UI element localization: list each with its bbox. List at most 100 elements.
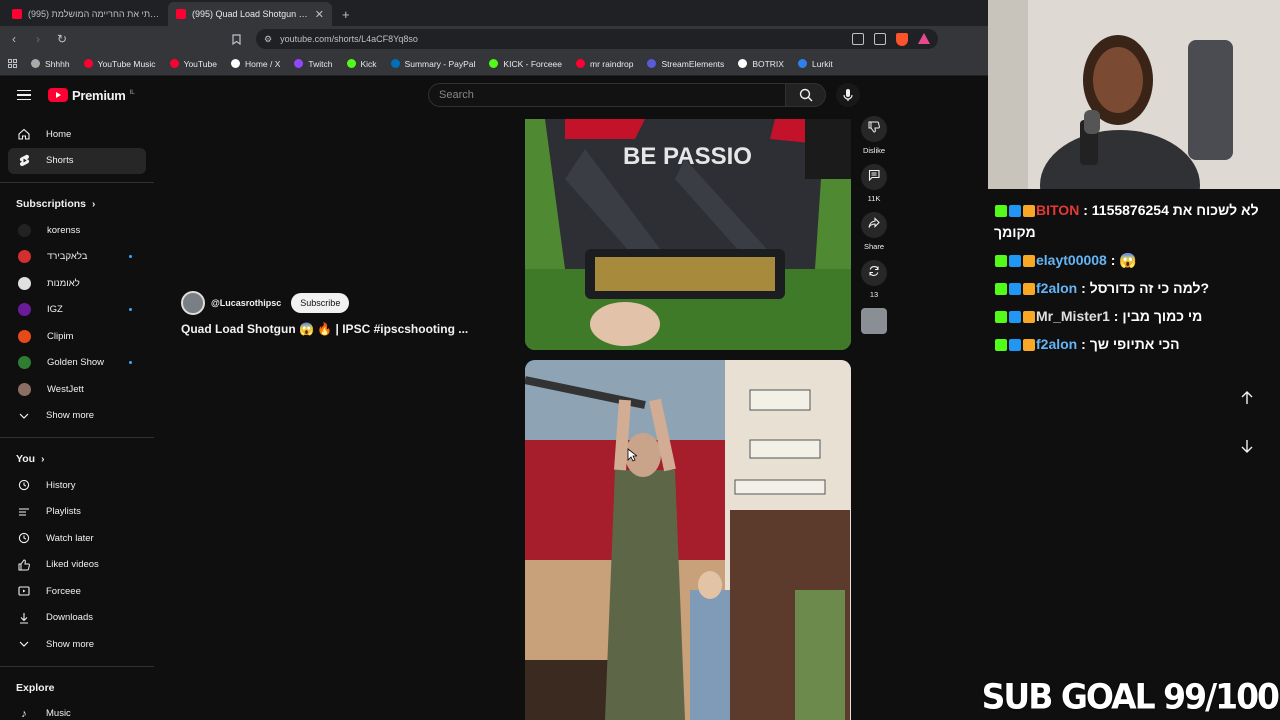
thumbs-down-button[interactable]	[861, 116, 887, 142]
channel-avatar	[18, 223, 31, 237]
audio-source-thumbnail[interactable]	[861, 308, 887, 334]
url-text: youtube.com/shorts/L4aCF8Yq8so	[280, 34, 418, 44]
bookmark-label: mr raindrop	[590, 58, 634, 69]
sidebar-item-subscription[interactable]: IGZ	[0, 297, 154, 324]
scroll-up-button[interactable]	[1232, 383, 1262, 413]
bookmark-icon[interactable]	[228, 31, 244, 47]
browser-tab[interactable]: (995) מצאתי את החריימה המושלמת..	[4, 2, 168, 26]
browser-tab-active[interactable]: (995) Quad Load Shotgun 😱 | ✕	[168, 2, 332, 26]
sidebar-item-subscription[interactable]: Golden Show	[0, 350, 154, 377]
action-label: Dislike	[862, 146, 886, 155]
subscriptions-header[interactable]: Subscriptions ›	[0, 191, 154, 217]
playlists-icon	[18, 506, 30, 518]
new-tab-button[interactable]: +	[332, 2, 360, 26]
chat-badges	[994, 202, 1036, 218]
brave-rewards-icon[interactable]	[918, 32, 930, 44]
sidebar-item-music[interactable]: ♪ Music	[0, 701, 154, 720]
sidebar-item-label: IGZ	[47, 304, 63, 316]
chat-badge-icon	[1023, 311, 1035, 324]
chat-badge-icon	[1023, 283, 1035, 296]
chat-message: Mr_Mister1 : מי כמוך מבין	[994, 305, 1274, 327]
search-button[interactable]	[786, 83, 826, 107]
close-tab-icon[interactable]: ✕	[315, 8, 324, 21]
sidebar-item-forceee[interactable]: Forceee	[0, 578, 154, 605]
sidebar-item-liked-videos[interactable]: Liked videos	[0, 552, 154, 579]
share-button[interactable]	[861, 212, 887, 238]
back-icon[interactable]: ‹	[6, 31, 22, 47]
comment-icon	[868, 168, 880, 186]
youtube-favicon-icon	[176, 9, 186, 19]
youtube-premium-logo[interactable]: Premium IL	[48, 88, 135, 103]
divider	[0, 437, 154, 438]
logo-country: IL	[129, 89, 135, 96]
divider	[0, 665, 154, 667]
arrow-up-icon	[1241, 391, 1253, 404]
channel-name[interactable]: @Lucasrothipsc	[211, 298, 281, 308]
sidebar-item-playlists[interactable]: Playlists	[0, 499, 154, 526]
bookmark-item[interactable]: Shhhh	[31, 59, 70, 69]
short-video-current[interactable]: BE PASSIO	[525, 119, 851, 350]
bookmark-label: YouTube	[183, 58, 217, 69]
sidebar-item-shorts[interactable]: Shorts	[8, 147, 146, 174]
scroll-down-button[interactable]	[1232, 431, 1262, 461]
browser-toolbar: ‹ › ↻ ⚙ youtube.com/shorts/L4aCF8Yq8so	[0, 26, 988, 52]
sidebar-item-subscription[interactable]: בלאקבירד	[0, 244, 154, 271]
sidebar-item-subscription[interactable]: Clipim	[0, 323, 154, 350]
sidebar-item-subscription[interactable]: לאומנות	[0, 270, 154, 297]
short-video-next[interactable]	[525, 360, 851, 720]
chat-badge-icon	[1009, 205, 1021, 218]
new-content-dot	[129, 361, 132, 365]
bookmark-favicon-icon	[489, 59, 499, 68]
share-page-icon[interactable]	[874, 32, 886, 45]
chevron-down-icon	[18, 410, 30, 422]
bookmark-item[interactable]: Summary - PayPal	[390, 58, 476, 69]
menu-icon[interactable]	[17, 89, 31, 101]
reload-icon[interactable]: ↻	[54, 31, 70, 47]
site-info-icon[interactable]: ⚙	[264, 34, 272, 45]
bookmark-item[interactable]: YouTube Music	[83, 59, 156, 69]
sidebar-item-watch-later[interactable]: Watch later	[0, 525, 154, 552]
sidebar-item-label: Downloads	[46, 612, 93, 624]
show-more-you[interactable]: Show more	[0, 631, 154, 658]
chevron-right-icon: ›	[92, 198, 96, 210]
chat-badges	[994, 280, 1036, 296]
voice-search-button[interactable]	[836, 83, 860, 107]
bookmark-item[interactable]: Kick	[346, 59, 377, 69]
sidebar-item-label: Liked videos	[46, 559, 99, 571]
short-title[interactable]: Quad Load Shotgun 😱 🔥 | IPSC #ipscshooti…	[181, 322, 481, 336]
bookmark-item[interactable]: BOTRIX	[738, 59, 784, 69]
apps-grid-icon[interactable]	[8, 59, 17, 68]
bookmark-item[interactable]: Home / X	[230, 59, 280, 69]
bookmark-label: Summary - PayPal	[404, 58, 476, 69]
shorts-icon	[18, 155, 30, 167]
sidebar-item-downloads[interactable]: Downloads	[0, 605, 154, 632]
search-input[interactable]	[428, 83, 786, 107]
short-channel-row: @Lucasrothipsc Subscribe	[181, 291, 350, 315]
watch-later-icon	[18, 532, 30, 544]
sidebar-item-subscription[interactable]: WestJett	[0, 376, 154, 403]
channel-avatar	[18, 356, 31, 370]
remix-button[interactable]	[861, 260, 887, 286]
forward-icon[interactable]: ›	[30, 31, 46, 47]
address-bar[interactable]: ⚙ youtube.com/shorts/L4aCF8Yq8so	[256, 29, 938, 49]
bookmark-item[interactable]: StreamElements	[647, 59, 724, 69]
bookmark-favicon-icon	[31, 59, 40, 68]
bookmark-item[interactable]: YouTube	[169, 58, 217, 69]
bookmark-item[interactable]: mr raindrop	[576, 59, 633, 69]
channel-avatar[interactable]	[181, 291, 205, 315]
new-content-dot	[129, 255, 132, 259]
bookmark-item[interactable]: KICK - Forceee	[489, 59, 562, 69]
bookmark-item[interactable]: Twitch	[294, 59, 333, 69]
sidebar-item-home[interactable]: Home	[0, 121, 154, 148]
subscribe-button[interactable]: Subscribe	[291, 293, 350, 313]
sidebar-item-history[interactable]: History	[0, 472, 154, 499]
cast-icon[interactable]	[852, 32, 864, 45]
you-header[interactable]: You ›	[0, 446, 154, 472]
chat-badge-icon	[1009, 283, 1021, 296]
bookmark-item[interactable]: Lurkit	[797, 59, 833, 69]
sidebar-item-subscription[interactable]: korenss	[0, 217, 154, 244]
brave-shields-icon[interactable]	[896, 32, 908, 46]
bookmark-favicon-icon	[647, 59, 657, 68]
show-more-subscriptions[interactable]: Show more	[0, 403, 154, 430]
comment-button[interactable]	[861, 164, 887, 190]
